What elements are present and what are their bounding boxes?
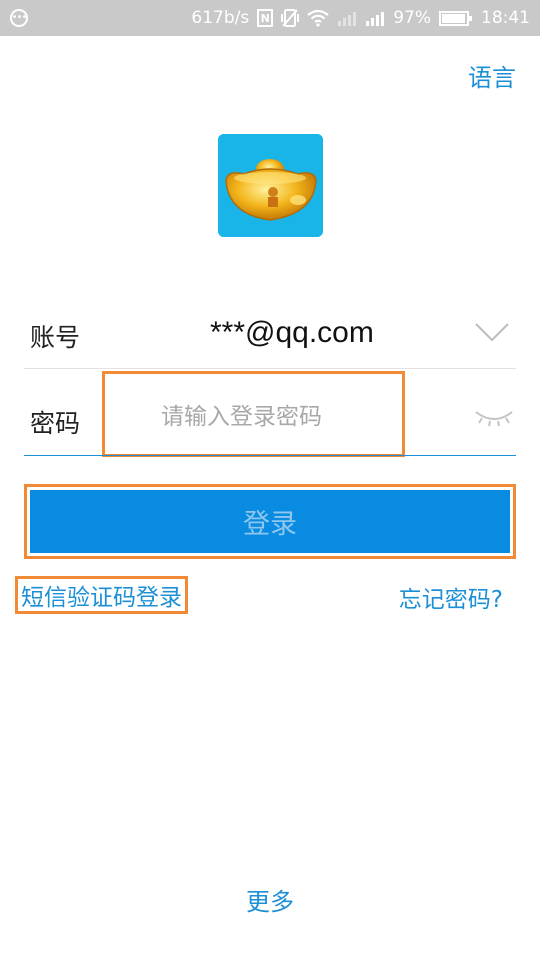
password-label: 密码 [30, 409, 81, 438]
forgot-password-link[interactable]: 忘记密码? [399, 580, 503, 614]
nfc-icon: N [257, 9, 274, 27]
more-icon: ••• [10, 9, 28, 27]
wifi-icon [307, 9, 329, 27]
account-label: 账号 [30, 323, 81, 352]
battery-level [442, 13, 466, 23]
account-divider [24, 368, 516, 369]
login-button[interactable]: 登录 [30, 490, 510, 553]
more-link[interactable]: 更多 [0, 882, 540, 917]
battery-icon [439, 10, 472, 26]
account-field[interactable]: ***@qq.com [210, 316, 374, 350]
gold-ingot-icon [218, 134, 323, 237]
password-input[interactable]: 请输入登录密码 [102, 371, 405, 457]
eye-closed-icon[interactable] [474, 406, 514, 432]
network-speed: 617b/s [191, 8, 250, 28]
chevron-down-icon[interactable] [474, 320, 510, 348]
battery-percent: 97% [393, 8, 431, 28]
status-bar: ••• 617b/s N 97% 18:41 [0, 0, 540, 36]
login-button-frame: 登录 [24, 484, 516, 559]
language-link[interactable]: 语言 [468, 58, 516, 93]
password-placeholder: 请输入登录密码 [161, 404, 322, 430]
sms-login-link[interactable]: 短信验证码登录 [15, 576, 188, 614]
clock: 18:41 [481, 8, 530, 28]
password-divider [24, 455, 516, 456]
signal-icon [337, 10, 357, 26]
vibrate-icon [281, 8, 300, 28]
signal-icon [365, 10, 385, 26]
